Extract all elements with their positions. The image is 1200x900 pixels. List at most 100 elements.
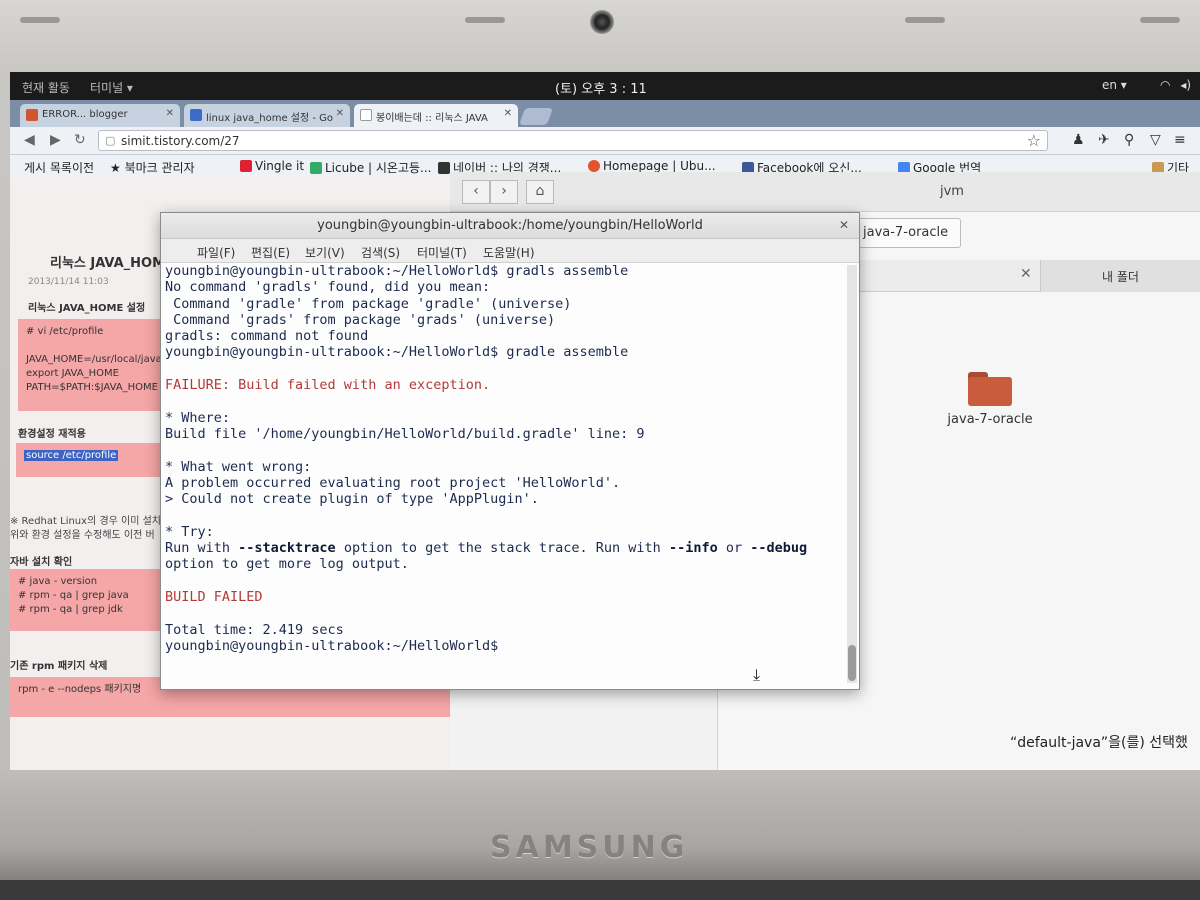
folder-label: java-7-oracle xyxy=(947,412,1033,427)
bezel-mark xyxy=(465,17,505,23)
volume-icon: ◂) xyxy=(1180,78,1192,92)
menu-file[interactable]: 파일(F) xyxy=(197,244,235,261)
bezel-mark xyxy=(905,17,945,23)
clock[interactable]: (토) 오후 3 : 11 xyxy=(555,78,647,97)
back-button[interactable]: ‹ xyxy=(462,180,490,204)
bookmark-star-icon[interactable]: ☆ xyxy=(1027,131,1041,150)
forward-button[interactable]: › xyxy=(490,180,518,204)
terminal-line: gradls: command not found xyxy=(165,328,369,345)
extension-icon[interactable]: ♟ xyxy=(1072,132,1085,148)
ubuntu-icon xyxy=(588,160,600,172)
cli-flag: --debug xyxy=(750,540,808,557)
terminal-line: youngbin@youngbin-ultrabook:~/HelloWorld… xyxy=(165,263,629,279)
code-line: # rpm - qa | grep java xyxy=(18,590,129,601)
terminal-line: > Could not create plugin of type 'AppPl… xyxy=(165,491,539,508)
forward-icon[interactable]: ▶ xyxy=(50,132,61,148)
tab-label: linux java_home 설정 - Go xyxy=(206,113,334,124)
activities-button[interactable]: 현재 활동 xyxy=(22,79,70,96)
menu-edit[interactable]: 편집(E) xyxy=(251,244,290,261)
close-icon[interactable]: ✕ xyxy=(1020,266,1032,282)
bookmark-item[interactable]: Homepage | Ubu... xyxy=(588,159,716,173)
blogger-favicon-icon xyxy=(26,109,38,121)
terminal-title-bar[interactable]: youngbin@youngbin-ultrabook:/home/youngb… xyxy=(161,213,859,239)
terminal-line: Command 'grads' from package 'grads' (un… xyxy=(165,311,556,328)
terminal-line: Command 'gradle' from package 'gradle' (… xyxy=(165,295,572,312)
menu-help[interactable]: 도움말(H) xyxy=(483,244,535,261)
browser-tab-active[interactable]: 봉이배는데 :: 리눅스 JAVA ✕ xyxy=(354,104,518,127)
back-icon[interactable]: ◀ xyxy=(24,132,35,148)
code-line: # java - version xyxy=(18,576,98,587)
tab-label: 봉이배는데 :: 리눅스 JAVA xyxy=(376,113,488,124)
terminal-window: youngbin@youngbin-ultrabook:/home/youngb… xyxy=(160,212,860,690)
terminal-scrollbar[interactable] xyxy=(847,265,857,683)
file-manager-header: ‹ › ⌂ jvm xyxy=(450,172,1200,212)
bookmark-label: 북마크 관리자 xyxy=(124,161,195,175)
new-tab-button[interactable] xyxy=(518,108,554,125)
terminal-line: A problem occurred evaluating root proje… xyxy=(165,474,621,491)
address-bar[interactable]: ▢ simit.tistory.com/27 ☆ xyxy=(98,130,1048,151)
input-language-menu[interactable]: en ▾ xyxy=(1102,78,1127,92)
cli-flag: --info xyxy=(668,540,718,557)
terminal-line: No command 'gradls' found, did you mean: xyxy=(165,279,491,296)
terminal-line: * Try: xyxy=(165,523,214,540)
tab-label: ERROR... blogger xyxy=(42,109,128,120)
close-icon[interactable]: ✕ xyxy=(504,108,512,119)
window-title: jvm xyxy=(940,184,964,199)
bookmark-item[interactable]: ★ 북마크 관리자 xyxy=(110,159,195,176)
bookmark-label: 게시 목록이전 xyxy=(24,161,95,175)
menu-terminal[interactable]: 터미널(T) xyxy=(417,244,467,261)
terminal-line: Run with --stacktrace option to get the … xyxy=(165,540,808,557)
bookmark-item[interactable]: Licube | 시온고등... xyxy=(310,159,432,176)
path-bar-button[interactable]: java-7-oracle xyxy=(850,218,962,248)
url-text: simit.tistory.com/27 xyxy=(121,134,240,148)
scrollbar-thumb[interactable] xyxy=(848,645,856,681)
webcam-icon xyxy=(590,10,614,34)
close-icon[interactable]: ✕ xyxy=(336,108,344,119)
section-heading: 리눅스 JAVA_HOME 설정 xyxy=(28,303,146,314)
browser-tab[interactable]: ERROR... blogger ✕ xyxy=(20,104,180,127)
folder-item[interactable]: java-7-oracle xyxy=(925,372,1055,427)
section-heading: 기존 rpm 패키지 삭제 xyxy=(10,661,108,672)
screen: 현재 활동 터미널 ▾ (토) 오후 3 : 11 en ▾ ◠ ◂) ERRO… xyxy=(10,72,1200,770)
close-icon[interactable]: ✕ xyxy=(839,218,849,232)
close-icon[interactable]: ✕ xyxy=(166,108,174,119)
extension-icon[interactable]: ✈ xyxy=(1098,132,1110,148)
note-line: ※ Redhat Linux의 경우 이미 설치 xyxy=(10,516,162,527)
chevron-left-icon: ‹ xyxy=(473,183,479,199)
home-button[interactable]: ⌂ xyxy=(526,180,554,204)
selected-code-text[interactable]: source /etc/profile xyxy=(24,450,119,461)
bookmark-item[interactable]: 게시 목록이전 xyxy=(24,159,94,176)
menu-view[interactable]: 보기(V) xyxy=(305,244,345,261)
menu-icon[interactable]: ≡ xyxy=(1174,132,1186,148)
terminal-line: option to get more log output. xyxy=(165,556,409,573)
file-manager-tabs: ✕ 내 폴더 xyxy=(860,260,1200,292)
terminal-menu-bar: 파일(F) 편집(E) 보기(V) 검색(S) 터미널(T) 도움말(H) xyxy=(161,239,859,263)
system-tray[interactable]: ◠ ◂) xyxy=(1160,78,1191,92)
browser-toolbar: ◀ ▶ ↻ ▢ simit.tistory.com/27 ☆ ♟ ✈ ⚲ ▽ ≡ xyxy=(10,127,1200,155)
app-menu[interactable]: 터미널 ▾ xyxy=(90,79,133,96)
terminal-line: Build file '/home/youngbin/HelloWorld/bu… xyxy=(165,425,645,442)
terminal-output[interactable]: youngbin@youngbin-ultrabook:~/HelloWorld… xyxy=(165,263,841,683)
bezel-mark xyxy=(20,17,60,23)
naver-icon xyxy=(438,162,450,174)
terminal-line: * What went wrong: xyxy=(165,458,312,475)
gnome-top-bar: 현재 활동 터미널 ▾ (토) 오후 3 : 11 en ▾ ◠ ◂) xyxy=(10,72,1200,100)
browser-tab[interactable]: linux java_home 설정 - Go ✕ xyxy=(184,104,350,127)
bookmark-item[interactable]: Vingle it xyxy=(240,159,304,173)
home-icon: ⌂ xyxy=(535,183,545,199)
tab-home-folder[interactable]: 내 폴더 xyxy=(1040,260,1200,292)
note-line: 위와 환경 설정을 수정해도 이전 버 xyxy=(10,530,155,541)
extension-icon[interactable]: ▽ xyxy=(1150,132,1161,148)
bookmark-label: Vingle it xyxy=(255,159,305,173)
reload-icon[interactable]: ↻ xyxy=(74,132,86,148)
blog-note: ※ Redhat Linux의 경우 이미 설치 위와 환경 설정을 수정해도 … xyxy=(10,515,161,543)
terminal-line: Total time: 2.419 secs xyxy=(165,621,344,638)
bookmark-label: Licube | 시온고등... xyxy=(325,161,432,175)
code-box: source /etc/profile xyxy=(16,443,174,477)
download-icon: ⤓ xyxy=(753,665,761,684)
menu-search[interactable]: 검색(S) xyxy=(361,244,400,261)
extension-icon[interactable]: ⚲ xyxy=(1124,132,1134,148)
